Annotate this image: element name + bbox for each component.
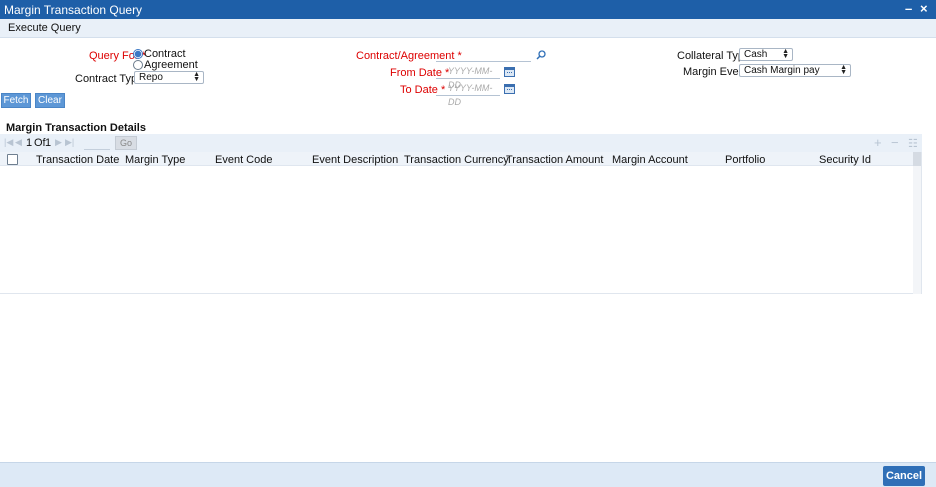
col-security-id[interactable]: Security Id — [819, 154, 871, 166]
from-date-calendar-icon[interactable] — [504, 67, 515, 77]
footer-bar: Cancel — [0, 462, 936, 487]
last-page-icon[interactable]: ▶| — [65, 137, 74, 148]
of-label: Of — [34, 137, 46, 149]
collateral-type-select[interactable]: Cash ▲ ▼ — [739, 48, 793, 61]
details-section-title: Margin Transaction Details — [6, 122, 146, 134]
contract-radio[interactable] — [133, 49, 143, 59]
window-title: Margin Transaction Query — [4, 3, 143, 17]
col-margin-type[interactable]: Margin Type — [125, 154, 185, 166]
contract-type-value: Repo — [139, 72, 163, 83]
contract-agreement-input[interactable] — [436, 47, 531, 62]
clear-button[interactable]: Clear — [35, 93, 65, 108]
grid-scrollbar[interactable] — [913, 152, 921, 294]
contract-type-select[interactable]: Repo ▲ ▼ — [134, 71, 204, 84]
col-portfolio[interactable]: Portfolio — [725, 154, 765, 166]
col-transaction-date[interactable]: Transaction Date — [36, 154, 119, 166]
prev-page-icon[interactable]: ◀ — [15, 137, 22, 148]
pagination-bar: |◀ ◀ 1 Of 1 ▶ ▶| Go + − ☷ — [0, 134, 922, 152]
col-transaction-amount[interactable]: Transaction Amount — [506, 154, 603, 166]
add-row-icon[interactable]: + — [874, 135, 882, 150]
first-page-icon[interactable]: |◀ — [4, 137, 13, 148]
to-date-input[interactable]: YYYY-MM-DD — [436, 81, 500, 107]
delete-row-icon[interactable]: − — [891, 135, 899, 150]
select-arrow-icon: ▲ ▼ — [840, 64, 847, 76]
search-icon[interactable] — [536, 50, 546, 60]
close-icon[interactable]: × — [920, 1, 928, 16]
col-transaction-currency[interactable]: Transaction Currency — [404, 154, 509, 166]
single-view-icon[interactable]: ☷ — [908, 137, 918, 150]
grid-scrollbar-thumb[interactable] — [913, 152, 921, 166]
margin-event-select[interactable]: Cash Margin pay ▲ ▼ — [739, 64, 851, 77]
select-all-checkbox[interactable] — [7, 154, 18, 165]
col-margin-account[interactable]: Margin Account — [612, 154, 688, 166]
total-pages: 1 — [45, 137, 52, 149]
grid-header-row: Transaction Date Margin Type Event Code … — [0, 152, 914, 166]
collateral-type-value: Cash — [744, 49, 768, 60]
menu-bar: Execute Query — [0, 19, 936, 38]
next-page-icon[interactable]: ▶ — [55, 137, 62, 148]
current-page: 1 — [26, 137, 33, 149]
fetch-button[interactable]: Fetch — [1, 93, 31, 108]
agreement-radio[interactable] — [133, 60, 143, 70]
execute-query-menu[interactable]: Execute Query — [8, 22, 81, 34]
from-date-input[interactable]: YYYY-MM-DD — [436, 64, 500, 90]
minimize-icon[interactable]: – — [905, 1, 912, 16]
details-grid: Transaction Date Margin Type Event Code … — [0, 152, 922, 294]
select-arrow-icon: ▲ ▼ — [782, 48, 789, 60]
cancel-button[interactable]: Cancel — [883, 466, 925, 486]
col-event-code[interactable]: Event Code — [215, 154, 272, 166]
col-event-description[interactable]: Event Description — [312, 154, 398, 166]
title-bar: Margin Transaction Query – × — [0, 0, 936, 19]
page-number-input[interactable] — [84, 136, 110, 150]
margin-event-value: Cash Margin pay — [744, 65, 820, 76]
agreement-radio-label: Agreement — [144, 59, 198, 71]
select-arrow-icon: ▲ ▼ — [193, 71, 200, 83]
to-date-calendar-icon[interactable] — [504, 84, 515, 94]
go-button[interactable]: Go — [115, 136, 137, 150]
